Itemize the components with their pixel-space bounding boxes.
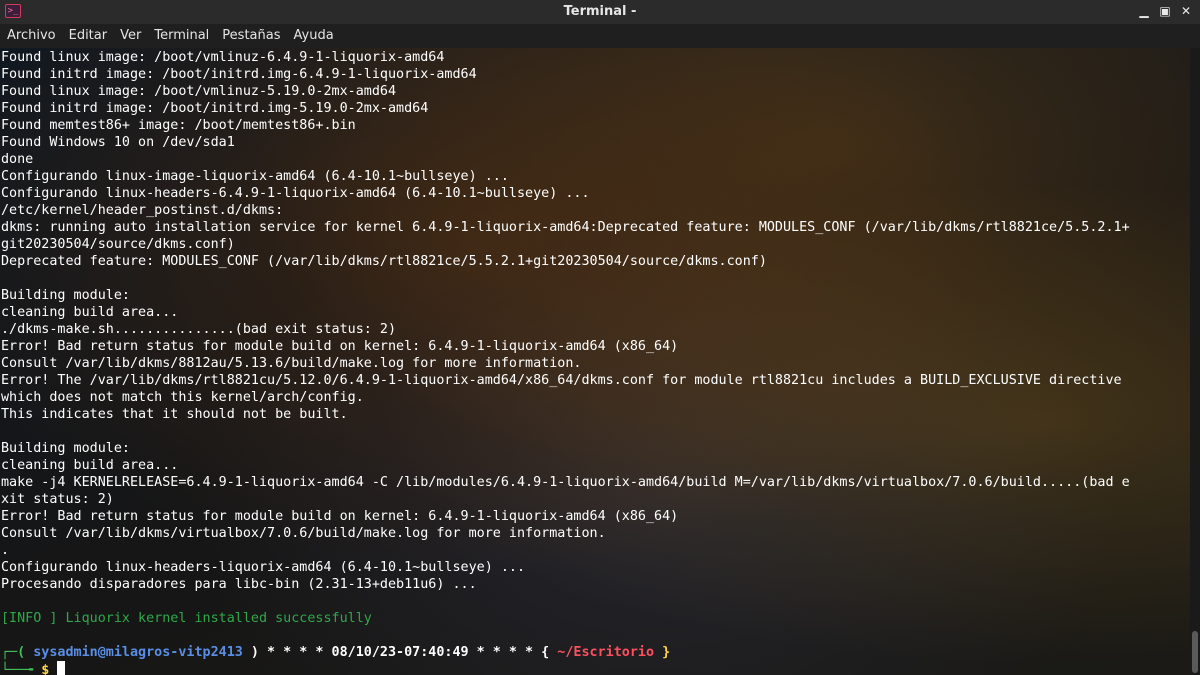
prompt-datetime: 08/10/23-07:40:49 [331, 645, 469, 660]
prompt-input-line[interactable]: └──╼ $ [1, 661, 66, 675]
terminal-line: done [1, 152, 34, 167]
menu-ayuda[interactable]: Ayuda [287, 24, 340, 48]
terminal-window: >_ Terminal - ▁ ▣ ✕ Archivo Editar Ver Term… [0, 0, 1200, 675]
terminal-line: Deprecated feature: MODULES_CONF (/var/l… [1, 254, 767, 269]
terminal-line: Found linux image: /boot/vmlinuz-6.4.9-1… [1, 50, 445, 65]
terminal-line: This indicates that it should not be bui… [1, 407, 348, 422]
terminal-output-area[interactable]: Found linux image: /boot/vmlinuz-6.4.9-1… [0, 48, 1190, 675]
vertical-scrollbar[interactable] [1190, 48, 1200, 675]
terminal-line: make -j4 KERNELRELEASE=6.4.9-1-liquorix-… [1, 475, 1130, 490]
info-message: [INFO ] Liquorix kernel installed succes… [1, 611, 372, 626]
terminal-line: Configurando linux-headers-6.4.9-1-liquo… [1, 186, 590, 201]
terminal-line: Consult /var/lib/dkms/8812au/5.13.6/buil… [1, 356, 582, 371]
text-cursor[interactable] [57, 661, 66, 675]
terminal-line: ./dkms-make.sh...............(bad exit s… [1, 322, 397, 337]
terminal-line: which does not match this kernel/arch/co… [1, 390, 364, 405]
close-icon[interactable]: ✕ [1178, 3, 1194, 19]
terminal-line: git20230504/source/dkms.conf) [1, 237, 235, 252]
prompt-separator: ) * * * * [250, 645, 332, 660]
menu-archivo[interactable]: Archivo [0, 24, 62, 48]
menu-pestanas[interactable]: Pestañas [215, 24, 286, 48]
terminal-line: dkms: running auto installation service … [1, 220, 1130, 235]
prompt-symbol: $ [33, 663, 58, 675]
prompt-stars: * * * * { [468, 645, 558, 660]
terminal-line: Found linux image: /boot/vmlinuz-5.19.0-… [1, 84, 397, 99]
terminal-line: . [1, 543, 10, 558]
menu-editar[interactable]: Editar [62, 24, 114, 48]
window-title: Terminal - [563, 4, 637, 19]
menu-bar: Archivo Editar Ver Terminal Pestañas Ayuda [0, 24, 1200, 48]
terminal-line: Error! Bad return status for module buil… [1, 509, 679, 524]
terminal-line: Found Windows 10 on /dev/sda1 [1, 135, 235, 150]
title-bar[interactable]: >_ Terminal - ▁ ▣ ✕ [0, 0, 1200, 24]
terminal-line: Found initrd image: /boot/initrd.img-6.4… [1, 67, 477, 82]
terminal-line: Error! The /var/lib/dkms/rtl8821cu/5.12.… [1, 373, 1122, 388]
terminal-line: Found initrd image: /boot/initrd.img-5.1… [1, 101, 429, 116]
terminal-line: Procesando disparadores para libc-bin (2… [1, 577, 477, 592]
menu-ver[interactable]: Ver [113, 24, 147, 48]
prompt-user-host: sysadmin@milagros-vitp2413 [25, 645, 251, 660]
terminal-line: Building module: [1, 288, 130, 303]
minimize-icon[interactable]: ▁ [1136, 3, 1152, 19]
terminal-line: /etc/kernel/header_postinst.d/dkms: [1, 203, 284, 218]
prompt-cwd: ~/Escritorio [557, 645, 655, 660]
prompt-corner-top: ┌─( [1, 645, 26, 660]
terminal-line: Consult /var/lib/dkms/virtualbox/7.0.6/b… [1, 526, 606, 541]
prompt-line: ┌─( sysadmin@milagros-vitp2413 ) * * * *… [1, 644, 670, 661]
terminal-line: Building module: [1, 441, 130, 456]
terminal-line: Error! Bad return status for module buil… [1, 339, 679, 354]
prompt-close: } [654, 645, 671, 660]
terminal-line: cleaning build area... [1, 458, 179, 473]
prompt-corner-bottom: └──╼ [1, 663, 34, 675]
menu-terminal[interactable]: Terminal [147, 24, 215, 48]
terminal-line: xit status: 2) [1, 492, 114, 507]
terminal-line: cleaning build area... [1, 305, 179, 320]
scrollbar-thumb[interactable] [1192, 631, 1198, 673]
maximize-icon[interactable]: ▣ [1157, 3, 1173, 19]
terminal-line: Configurando linux-headers-liquorix-amd6… [1, 560, 526, 575]
terminal-line: Configurando linux-image-liquorix-amd64 … [1, 169, 509, 184]
terminal-line: Found memtest86+ image: /boot/memtest86+… [1, 118, 356, 133]
